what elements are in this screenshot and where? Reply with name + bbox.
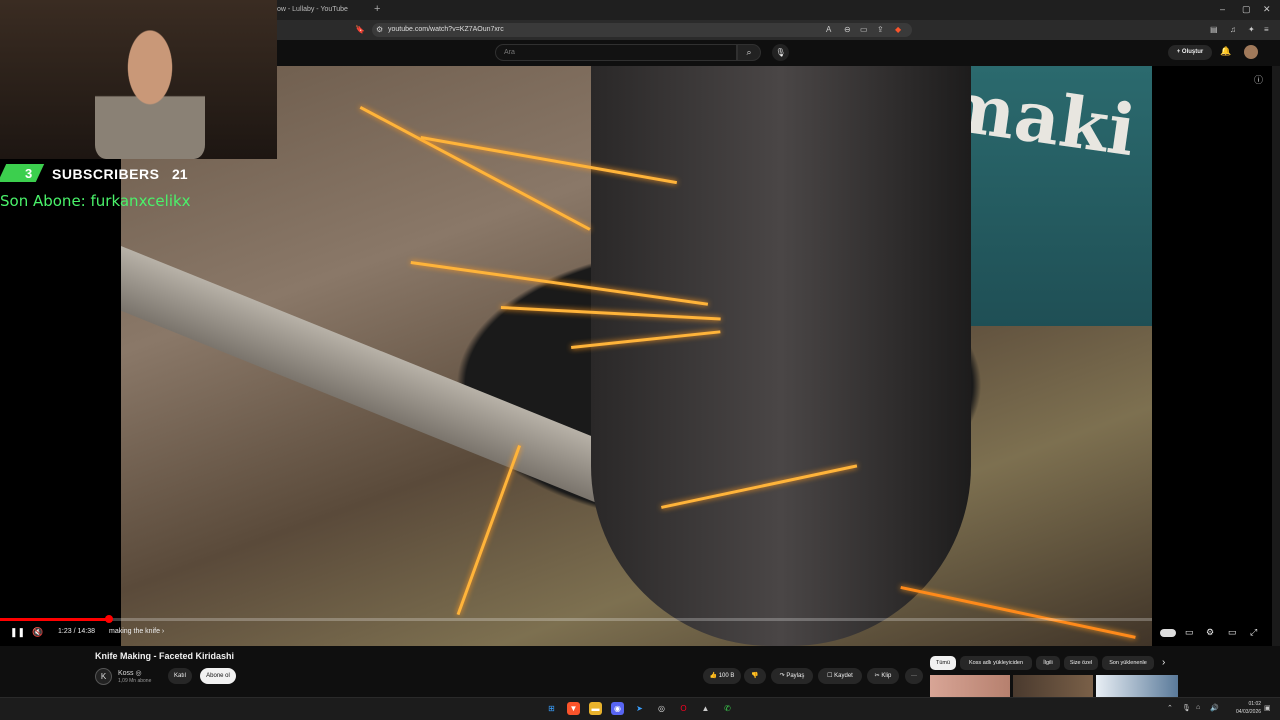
streamer-image	[95, 18, 205, 159]
site-info-icon[interactable]: ⚙	[376, 25, 383, 34]
channel-subscriber-count: 1,09 Mn abone	[118, 678, 152, 684]
brave-shield-icon[interactable]: ◆	[895, 25, 901, 34]
page-scrollbar[interactable]	[1272, 66, 1280, 646]
theater-mode-icon[interactable]: ▭	[1228, 627, 1237, 638]
like-button[interactable]: 👍 100 B	[703, 668, 741, 684]
fullscreen-icon[interactable]: ⤢	[1250, 627, 1257, 638]
time-display: 1:23 / 14:38	[58, 628, 95, 635]
recommended-thumbnail[interactable]	[930, 675, 1010, 697]
volume-icon[interactable]: 🔊	[1210, 704, 1219, 712]
taskbar-clock[interactable]: 01:02 04/03/2026	[1236, 700, 1261, 716]
spark	[456, 444, 521, 616]
music-icon[interactable]: ♫	[1230, 25, 1236, 34]
progress-bar[interactable]	[0, 618, 1152, 621]
join-button[interactable]: Katıl	[168, 668, 192, 684]
grinder-disc-image	[591, 66, 971, 646]
network-icon[interactable]: ⌂	[1196, 704, 1200, 711]
pause-icon: ❚❚	[10, 627, 26, 637]
sidebar-icon[interactable]: ▤	[1210, 25, 1218, 34]
search-button[interactable]: ⌕	[737, 44, 761, 61]
chip-recently-uploaded[interactable]: Son yüklenenle	[1102, 656, 1154, 670]
info-icon[interactable]: ⓘ	[1254, 73, 1263, 86]
clock-time: 01:02	[1248, 701, 1262, 707]
subscribers-badge-number: 3	[25, 166, 33, 181]
file-explorer-icon[interactable]: ▬	[589, 702, 602, 715]
chip-all[interactable]: Tümü	[930, 656, 956, 670]
telegram-icon[interactable]: ➤	[633, 702, 646, 715]
mic-tray-icon[interactable]: 🎙	[1182, 704, 1191, 712]
channel-name[interactable]: Koss ◎	[118, 669, 142, 677]
subscribe-button[interactable]: Abone ol	[200, 668, 236, 684]
progress-fill	[0, 618, 109, 621]
mute-button[interactable]: 🔇	[32, 627, 43, 638]
minimize-button[interactable]: –	[1220, 4, 1225, 14]
subtitles-icon[interactable]: ▭	[1185, 627, 1194, 638]
translate-icon[interactable]: A	[826, 25, 831, 34]
discord-icon[interactable]: ◉	[611, 702, 624, 715]
steam-icon[interactable]: ◎	[655, 702, 668, 715]
start-icon[interactable]: ⊞	[545, 702, 558, 715]
spark	[359, 106, 591, 231]
opera-icon[interactable]: O	[677, 702, 690, 715]
recommended-thumbnail[interactable]	[1013, 675, 1093, 697]
whatsapp-icon[interactable]: ✆	[721, 702, 734, 715]
save-button[interactable]: ☐ Kaydet	[818, 668, 862, 684]
dislike-button[interactable]: 👎	[744, 668, 766, 684]
channel-avatar[interactable]: K	[95, 668, 112, 685]
avatar[interactable]	[1244, 45, 1258, 59]
voice-search-button[interactable]: 🎙	[772, 44, 789, 61]
close-window-button[interactable]: ✕	[1263, 4, 1271, 15]
webcam-overlay	[0, 0, 277, 159]
notifications-icon[interactable]: 🔔	[1220, 46, 1231, 57]
chips-next-button[interactable]: ›	[1162, 657, 1165, 668]
browser-tab[interactable]: ow - Lullaby - YouTube	[277, 1, 377, 19]
progress-scrubber[interactable]	[105, 615, 113, 623]
extensions-icon[interactable]: ✦	[1248, 25, 1255, 34]
cast-icon[interactable]: ▭	[860, 25, 868, 34]
last-subscriber-text: Son Abone: furkanxcelikx	[0, 192, 191, 210]
pause-button[interactable]: ❚❚	[10, 627, 25, 638]
new-tab-button[interactable]: +	[374, 3, 380, 15]
app-icon[interactable]: ▲	[699, 702, 712, 715]
share-button[interactable]: ↷ Paylaş	[771, 668, 813, 684]
chapter-button[interactable]: making the knife ›	[109, 628, 164, 635]
recommended-thumbnail[interactable]	[1096, 675, 1178, 697]
clock-date: 04/03/2026	[1236, 709, 1262, 715]
video-title: Knife Making - Faceted Kiridashi	[95, 651, 235, 661]
chip-from-uploader[interactable]: Koss adlı yükleyiciden	[960, 656, 1032, 670]
zoom-icon[interactable]: ⊖	[844, 25, 851, 34]
subscribers-count: 21	[172, 166, 188, 182]
menu-icon[interactable]: ≡	[1264, 25, 1269, 34]
microphone-icon: 🎙	[775, 48, 786, 57]
subscribers-label: SUBSCRIBERS	[52, 166, 160, 182]
tray-chevron-icon[interactable]: ⌃	[1167, 704, 1173, 712]
notification-center-icon[interactable]: ▣	[1264, 704, 1271, 712]
more-actions-button[interactable]: ···	[905, 668, 923, 684]
clip-button[interactable]: ✂ Klip	[867, 668, 899, 684]
maximize-button[interactable]: ▢	[1242, 4, 1251, 15]
chip-related[interactable]: İlgili	[1036, 656, 1060, 670]
muted-speaker-icon: 🔇	[32, 627, 44, 637]
chip-for-you[interactable]: Size özel	[1064, 656, 1098, 670]
spark	[900, 586, 1136, 639]
autoplay-toggle[interactable]	[1160, 629, 1176, 637]
bookmark-icon[interactable]: 🔖	[355, 25, 365, 34]
create-button[interactable]: + Oluştur	[1168, 45, 1212, 60]
search-input[interactable]: Ara	[495, 44, 737, 61]
brave-icon[interactable]: ▼	[567, 702, 580, 715]
search-icon: ⌕	[746, 47, 752, 57]
share-icon[interactable]: ⇪	[877, 25, 884, 34]
settings-icon[interactable]: ⚙	[1206, 627, 1214, 638]
